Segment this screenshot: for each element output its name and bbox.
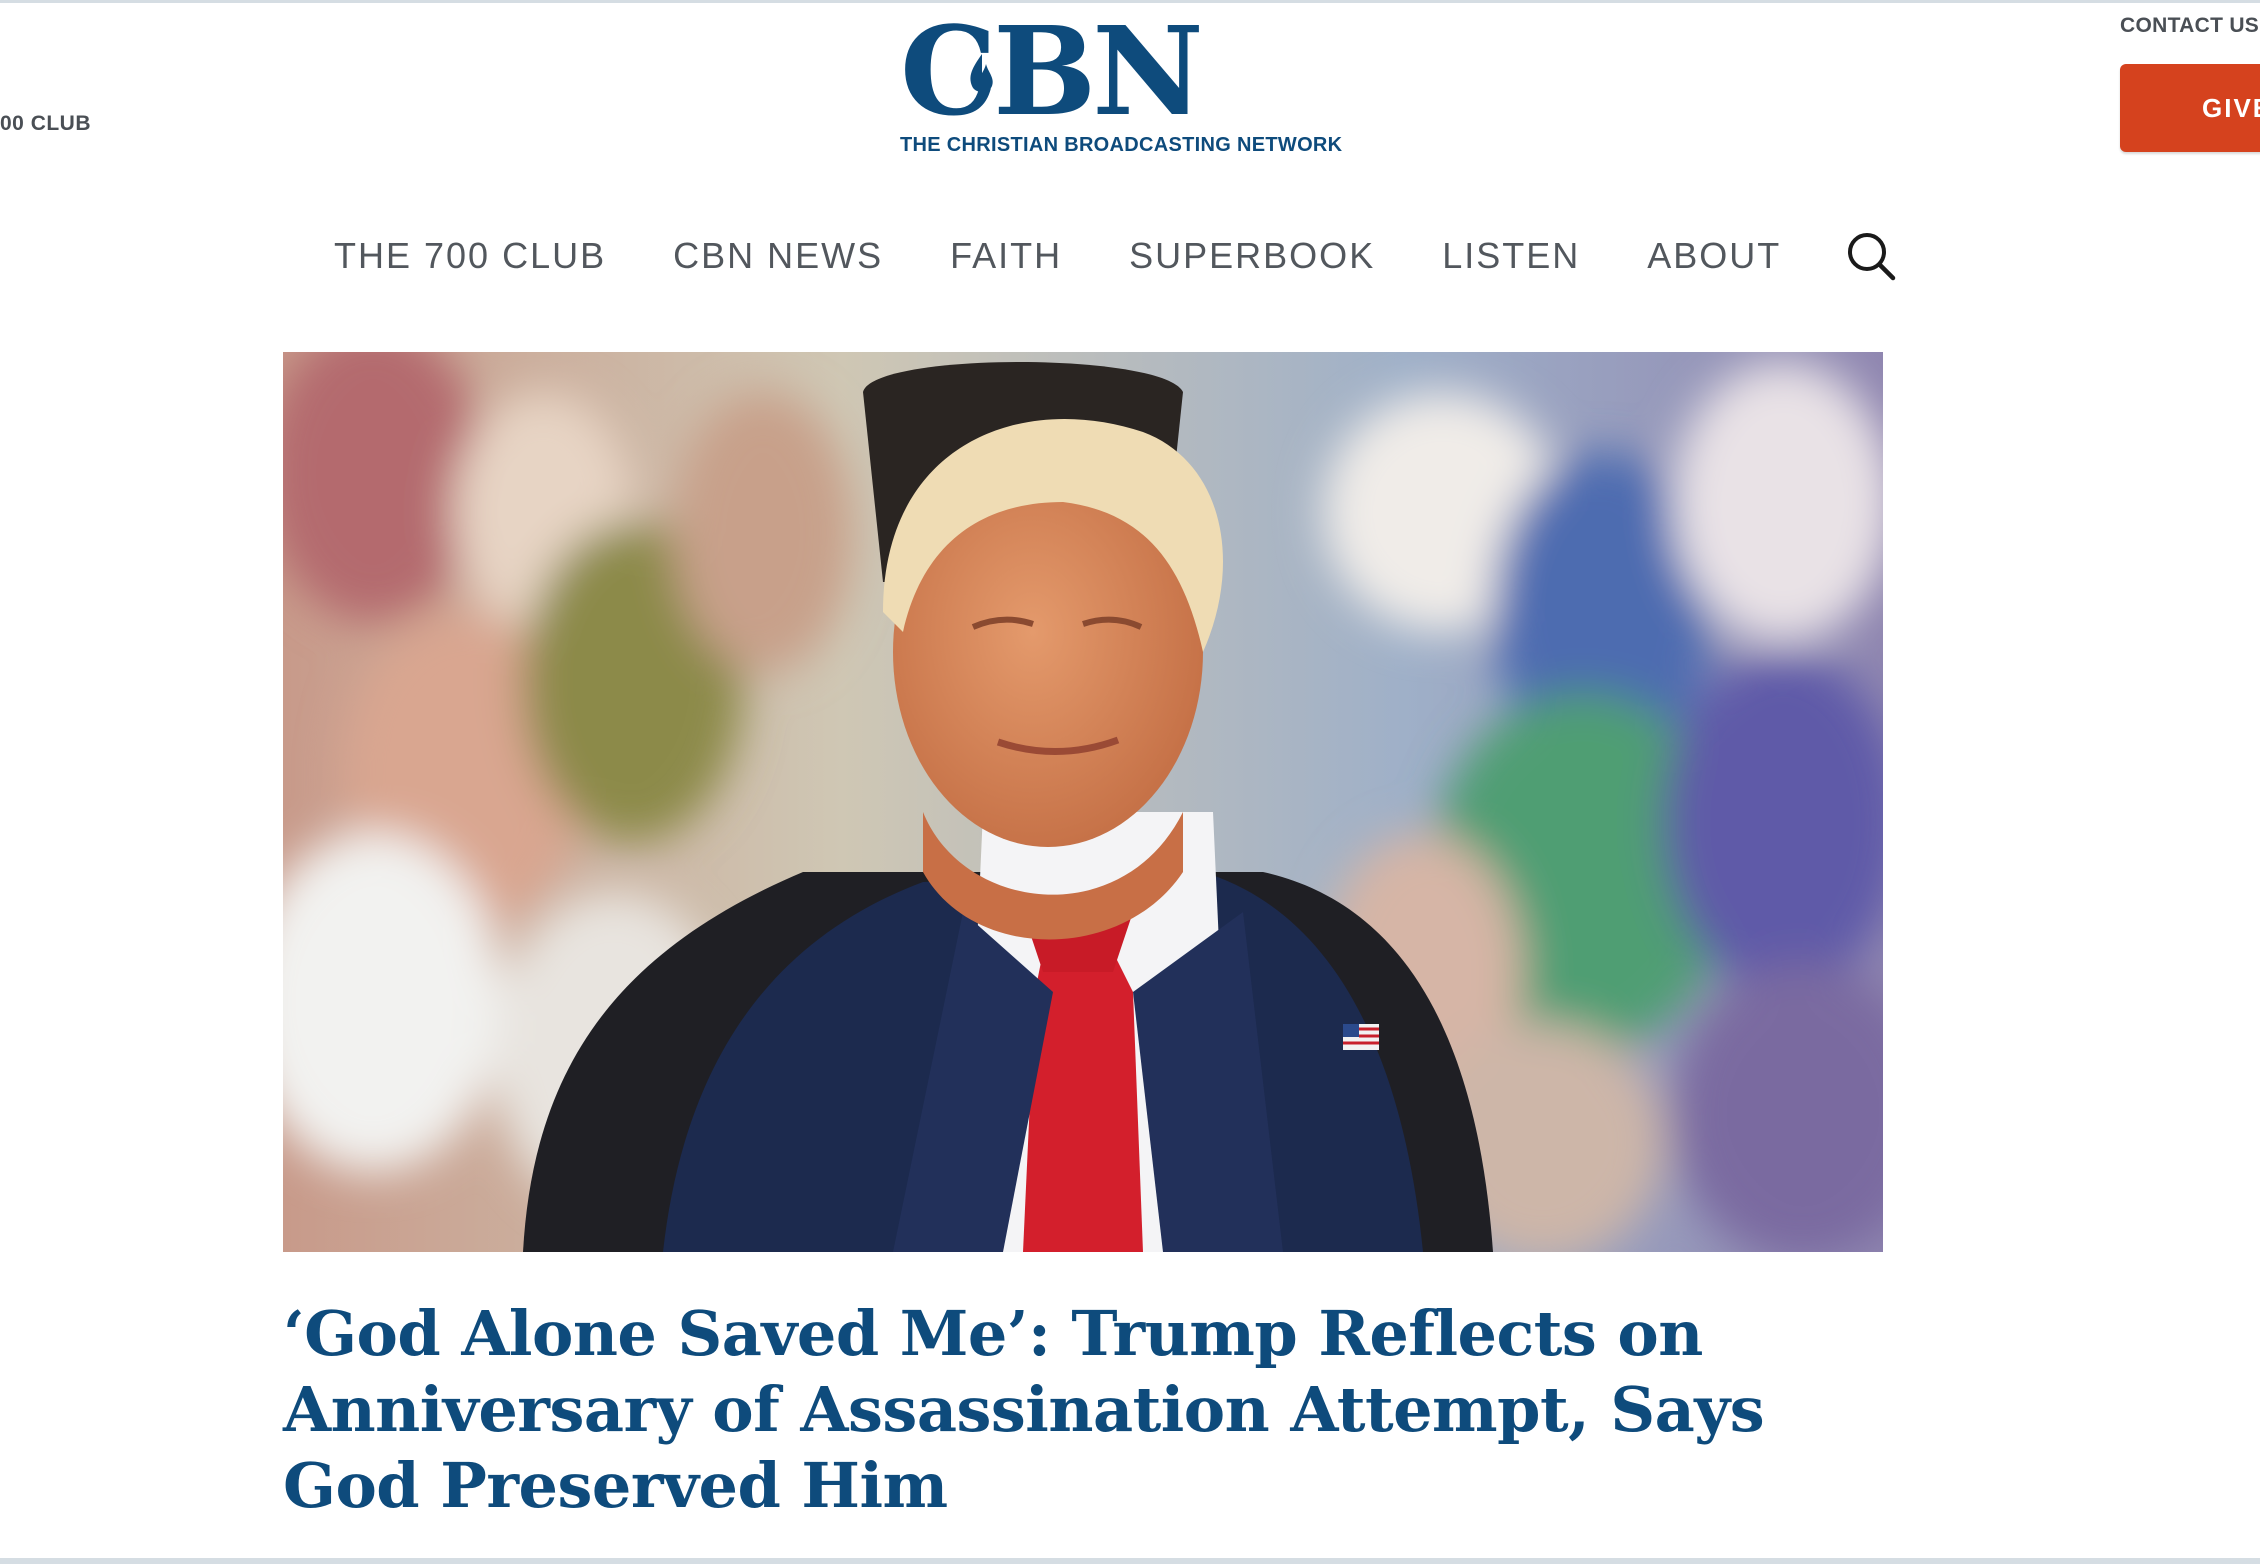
nav-item-about[interactable]: ABOUT (1647, 235, 1781, 277)
main-nav: THE 700 CLUB CBN NEWS FAITH SUPERBOOK LI… (334, 226, 1897, 286)
top-link-700-club[interactable]: 00 CLUB (0, 112, 91, 136)
logo-tagline: THE CHRISTIAN BROADCASTING NETWORK (900, 134, 1343, 156)
contact-us-link[interactable]: CONTACT US (2120, 14, 2259, 38)
nav-item-faith[interactable]: FAITH (950, 235, 1062, 277)
nav-item-superbook[interactable]: SUPERBOOK (1129, 235, 1375, 277)
article-headline[interactable]: ‘God Alone Saved Me’: Trump Reflects on … (283, 1296, 1783, 1524)
search-icon[interactable] (1845, 230, 1897, 282)
give-button[interactable]: GIVE (2120, 64, 2260, 152)
nav-item-700-club[interactable]: THE 700 CLUB (334, 235, 606, 277)
hero-photo-illustration (283, 352, 1883, 1252)
nav-item-cbn-news[interactable]: CBN NEWS (673, 235, 883, 277)
cbn-logo[interactable]: CBN THE CHRISTIAN BROADCASTING NETWORK (896, 10, 1343, 164)
flame-icon (970, 54, 993, 92)
nav-item-listen[interactable]: LISTEN (1442, 235, 1580, 277)
hero-image[interactable] (283, 352, 1883, 1252)
